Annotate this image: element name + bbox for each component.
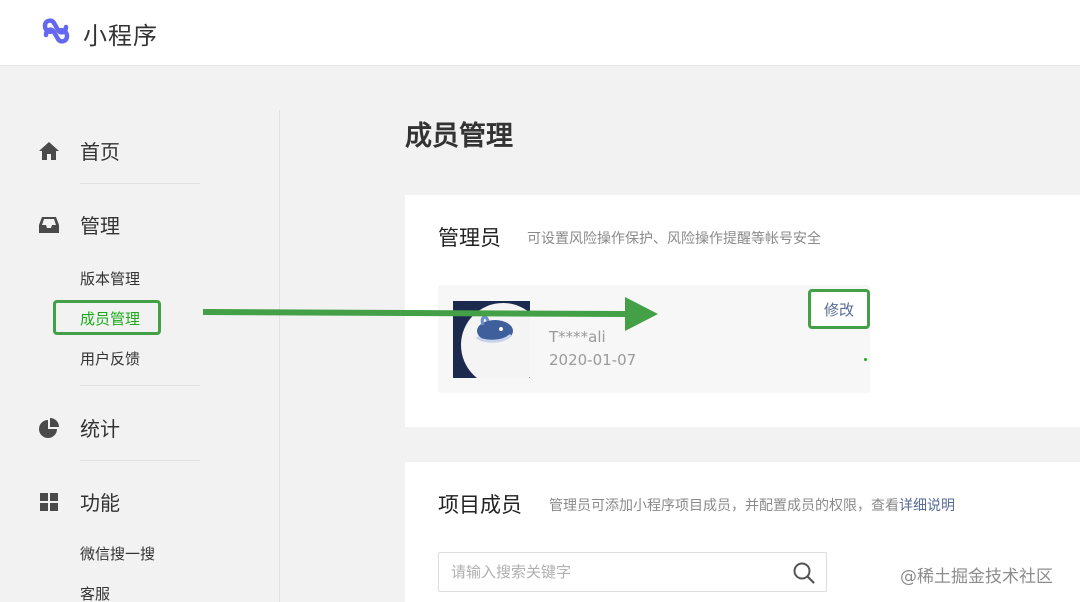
sidebar-item-wechat-search[interactable]: 微信搜一搜 [80,543,155,564]
highlight-box [53,300,161,335]
sidebar-item-home[interactable]: 首页 [38,136,120,165]
sidebar-item-user-feedback[interactable]: 用户反馈 [80,348,140,369]
avatar [453,301,530,378]
member-date: 2020-01-07 [549,351,637,369]
sidebar-item-manage[interactable]: 管理 [38,210,120,239]
admin-title: 管理员 [438,226,501,250]
divider [80,183,200,184]
admin-member-item: T****ali 2020-01-07 修改 [438,285,870,393]
sidebar-item-customer-service[interactable]: 客服 [80,583,110,602]
sidebar-item-features[interactable]: 功能 [38,487,120,516]
search-input[interactable] [439,553,779,591]
search-box [438,552,827,592]
whale-avatar-icon [453,301,530,378]
sidebar: 首页 管理 版本管理 成员管理 用户反馈 统计 功能 微信搜一搜 客服 [0,110,280,602]
details-link[interactable]: 详细说明 [899,498,955,514]
member-name: T****ali [549,328,606,346]
inbox-icon [39,216,59,233]
divider [80,460,200,461]
sidebar-item-version-manage[interactable]: 版本管理 [80,268,140,289]
app-title: 小程序 [83,22,158,50]
miniprogram-logo-icon[interactable] [38,15,74,49]
top-bar: 小程序 [0,0,1080,66]
edit-button[interactable]: 修改 [808,289,870,329]
sidebar-item-label: 管理 [80,214,120,238]
page-title: 成员管理 [405,121,513,152]
status-dot [864,358,867,361]
admin-card: 管理员 可设置风险操作保护、风险操作提醒等帐号安全 T****ali 2020-… [405,195,1080,427]
project-title: 项目成员 [438,493,522,517]
sidebar-item-label: 统计 [80,417,120,441]
grid-icon [40,492,58,511]
sidebar-item-label: 首页 [80,140,120,164]
search-icon[interactable] [792,561,816,585]
watermark: @稀土掘金技术社区 [900,567,1053,587]
sidebar-item-stats[interactable]: 统计 [38,413,120,442]
divider [80,385,200,386]
project-description: 管理员可添加小程序项目成员，并配置成员的权限，查看详细说明 [549,495,955,515]
pie-chart-icon [39,417,59,438]
project-description-text: 管理员可添加小程序项目成员，并配置成员的权限，查看 [549,498,899,514]
admin-description: 可设置风险操作保护、风险操作提醒等帐号安全 [527,231,821,247]
sidebar-item-label: 功能 [80,491,120,515]
home-icon [39,141,59,160]
